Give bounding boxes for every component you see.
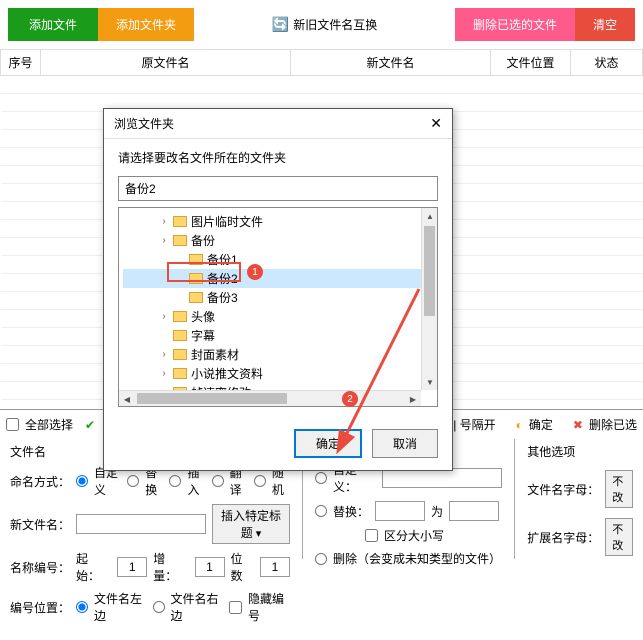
newname-input[interactable] <box>76 514 206 534</box>
folder-icon <box>189 292 203 303</box>
tree-item[interactable]: 字幕 <box>123 326 433 345</box>
chevron-right-icon[interactable]: › <box>159 406 169 407</box>
tree-item-label: 备份 <box>191 232 215 249</box>
case-sensitive-checkbox[interactable] <box>365 529 378 542</box>
chevron-right-icon[interactable]: › <box>159 368 169 379</box>
col-loc[interactable]: 文件位置 <box>491 50 571 76</box>
dialog-cancel-button[interactable]: 取消 <box>372 429 438 458</box>
chevron-right-icon[interactable]: › <box>159 349 169 360</box>
scroll-down-icon[interactable]: ▼ <box>422 374 438 390</box>
tree-item[interactable]: 备份3 <box>123 288 433 307</box>
scroll-thumb-h[interactable] <box>137 393 287 404</box>
folder-icon <box>173 368 187 379</box>
scroll-thumb-v[interactable] <box>424 226 435 316</box>
tree-item[interactable]: › 备份 <box>123 231 433 250</box>
newname-label: 新文件名： <box>10 516 70 533</box>
check-icon: ✔ <box>85 418 95 432</box>
ext-delete-radio[interactable] <box>315 553 327 565</box>
ext-replace-radio[interactable] <box>315 505 327 517</box>
folder-icon <box>173 216 187 227</box>
browse-folder-dialog: 浏览文件夹 ✕ 请选择要改名文件所在的文件夹 备份2 › 图片临时文件› 备份备份 1… <box>103 108 453 471</box>
tree-item[interactable]: › 图片临时文件 <box>123 212 433 231</box>
tree-item-label: 封面素材 <box>191 346 239 363</box>
dialog-message: 请选择要改名文件所在的文件夹 <box>118 149 438 166</box>
scroll-up-icon[interactable]: ▲ <box>422 208 438 224</box>
add-folder-button[interactable]: 添加文件夹 <box>98 8 194 41</box>
chevron-right-icon[interactable]: › <box>159 311 169 322</box>
dialog-close-button[interactable]: ✕ <box>430 115 442 132</box>
chevron-right-icon[interactable]: › <box>159 216 169 227</box>
select-all-label: 全部选择 <box>25 416 73 433</box>
dialog-path-input[interactable]: 备份2 <box>118 176 438 201</box>
col-new[interactable]: 新文件名 <box>291 50 491 76</box>
ext-replace-to-input[interactable] <box>449 501 499 521</box>
add-file-button[interactable]: 添加文件 <box>8 8 98 41</box>
other-options-title: 其他选项 <box>527 443 633 460</box>
insert-title-button[interactable]: 插入特定标题 ▾ <box>212 504 290 544</box>
clear-button[interactable]: 清空 <box>575 8 635 41</box>
numpos-left-radio[interactable] <box>76 601 88 613</box>
filename-letter-select[interactable]: 不改 <box>605 470 633 508</box>
naming-translate-radio[interactable] <box>212 475 224 487</box>
confirm-icon: ◐ <box>516 418 523 432</box>
naming-insert-radio[interactable] <box>169 475 181 487</box>
scroll-left-icon[interactable]: ◀ <box>119 391 135 407</box>
confirm-label[interactable]: 确定 <box>529 416 553 433</box>
increment-input[interactable] <box>195 557 225 577</box>
tree-item[interactable]: › 封面素材 <box>123 345 433 364</box>
folder-icon <box>173 330 187 341</box>
folder-tree[interactable]: ›图片临时文件›备份备份1备份2备份3›头像字幕›封面素材›小说推文资料›帧速率… <box>118 207 438 407</box>
naming-replace-radio[interactable] <box>127 475 139 487</box>
delete-selected-label[interactable]: 删除已选 <box>589 416 637 433</box>
dialog-ok-button[interactable]: 确定 <box>294 429 362 458</box>
ext-letter-select[interactable]: 不改 <box>605 518 633 556</box>
tree-item-label: 字幕 <box>191 327 215 344</box>
naming-custom-radio[interactable] <box>76 475 88 487</box>
folder-icon <box>173 235 187 246</box>
swap-icon: 🔄 <box>272 16 289 33</box>
dialog-title: 浏览文件夹 <box>114 115 174 132</box>
folder-icon <box>173 406 187 407</box>
ext-replace-from-input[interactable] <box>375 501 425 521</box>
tree-scrollbar-v[interactable]: ▲ ▼ <box>421 208 437 390</box>
naming-label: 命名方式： <box>10 473 70 490</box>
col-index[interactable]: 序号 <box>1 50 41 76</box>
annotation-badge-2: 2 <box>342 391 358 407</box>
digits-input[interactable] <box>260 557 290 577</box>
start-input[interactable] <box>117 557 147 577</box>
hide-number-checkbox[interactable] <box>229 601 242 614</box>
tree-item-label: 备份3 <box>207 289 238 306</box>
separator-label: | 号隔开 <box>453 416 495 433</box>
annotation-badge-1: 1 <box>247 264 263 280</box>
col-status[interactable]: 状态 <box>571 50 643 76</box>
delete-icon: ✖ <box>573 418 583 432</box>
tree-item[interactable]: › 头像 <box>123 307 433 326</box>
vertical-separator-2 <box>514 439 515 559</box>
tree-item-label: 小说推文资料 <box>191 365 263 382</box>
select-all-checkbox[interactable] <box>6 418 19 431</box>
annotation-box-1 <box>167 262 241 282</box>
folder-icon <box>173 349 187 360</box>
ext-custom-radio[interactable] <box>315 472 327 484</box>
tree-item[interactable]: › 小说推文资料 <box>123 364 433 383</box>
table-row[interactable] <box>1 76 643 94</box>
swap-label: 新旧文件名互换 <box>293 16 377 33</box>
tree-item-label: 图片临时文件 <box>191 213 263 230</box>
tree-item-label: 头像 <box>191 308 215 325</box>
naming-random-radio[interactable] <box>254 475 266 487</box>
name-number-label: 名称编号： <box>10 559 70 576</box>
ext-letter-label: 扩展名字母： <box>527 529 599 546</box>
number-position-label: 编号位置： <box>10 599 70 616</box>
folder-icon <box>173 311 187 322</box>
delete-selected-files-button[interactable]: 删除已选的文件 <box>455 8 575 41</box>
filename-letter-label: 文件名字母： <box>527 481 599 498</box>
ext-custom-input[interactable] <box>382 468 502 488</box>
top-toolbar: 添加文件 添加文件夹 🔄 新旧文件名互换 删除已选的文件 清空 <box>0 0 643 49</box>
col-old[interactable]: 原文件名 <box>41 50 291 76</box>
scroll-right-icon[interactable]: ▶ <box>405 391 421 407</box>
tree-scrollbar-h[interactable]: ◀ ▶ <box>119 390 421 406</box>
swap-names-button[interactable]: 🔄 新旧文件名互换 <box>272 16 377 33</box>
chevron-right-icon[interactable]: › <box>159 235 169 246</box>
numpos-right-radio[interactable] <box>153 601 165 613</box>
